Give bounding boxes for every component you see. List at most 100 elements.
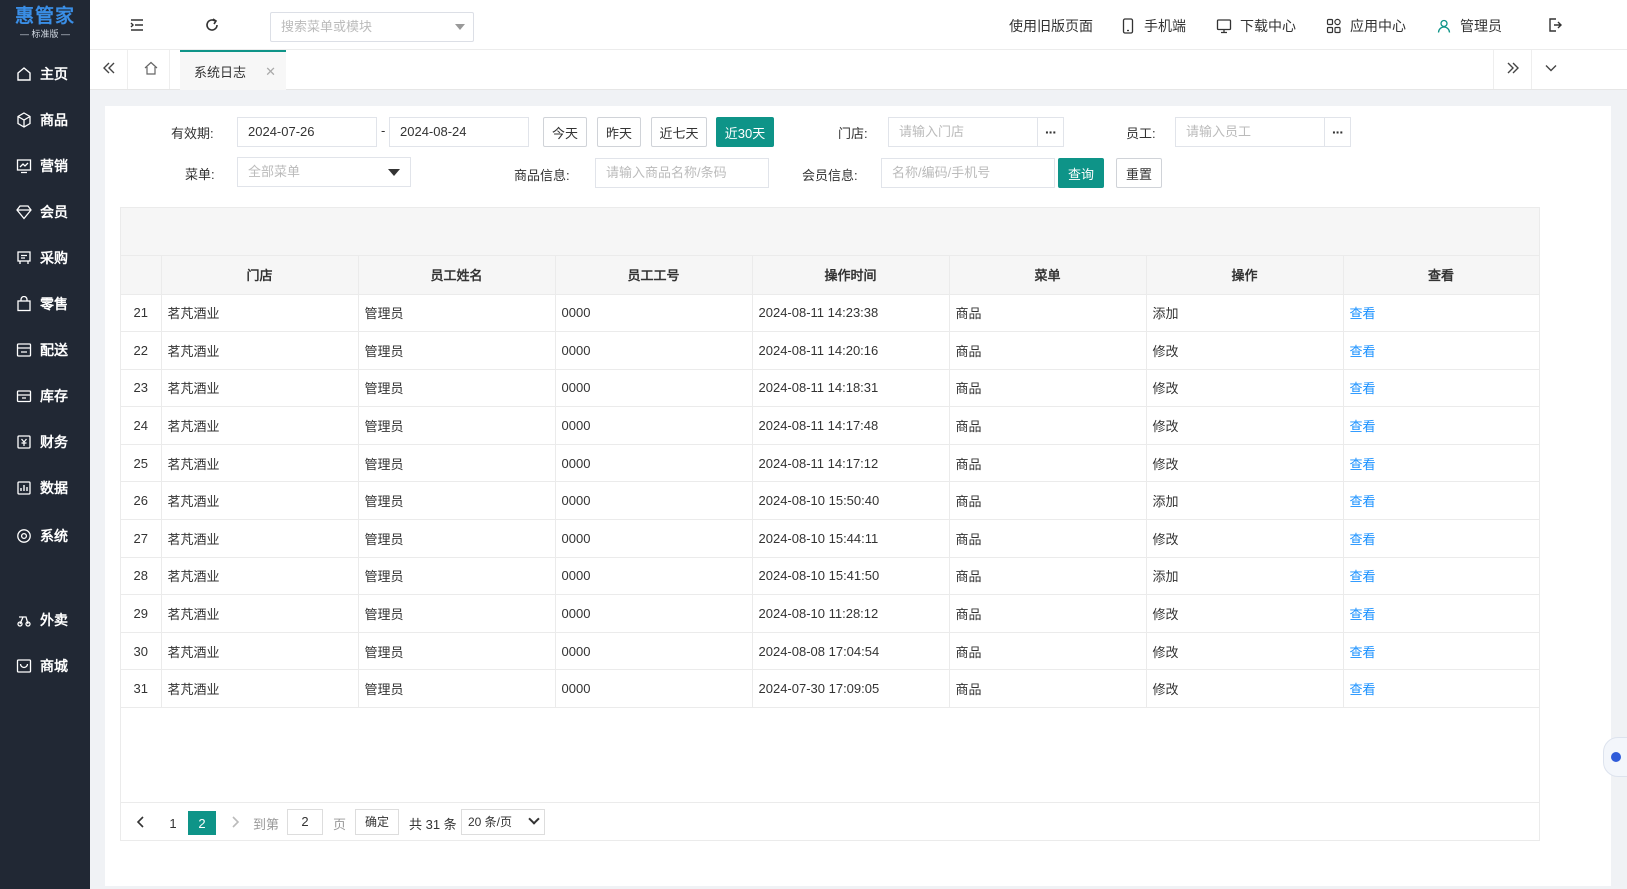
view-link[interactable]: 查看 <box>1350 419 1376 434</box>
cell-menu: 商品 <box>949 669 1147 709</box>
close-icon[interactable]: ✕ <box>265 64 276 80</box>
cell-staff-code: 0000 <box>555 406 753 445</box>
sidebar-item-mall[interactable]: 商城 <box>0 646 90 686</box>
cell-time: 2024-08-11 14:17:48 <box>752 406 950 445</box>
goods-info-input[interactable]: 请输入商品名称/条码 <box>595 158 769 188</box>
chevron-down-icon <box>528 813 540 825</box>
sidebar-item-data[interactable]: 数据 <box>0 468 90 508</box>
view-link[interactable]: 查看 <box>1350 344 1376 359</box>
mobile-link[interactable]: 手机端 <box>1120 16 1186 36</box>
last-7-days-button[interactable]: 近七天 <box>651 117 707 147</box>
sidebar-item-member[interactable]: 会员 <box>0 192 90 232</box>
table-row: 23 茗芃酒业 管理员 0000 2024-08-11 14:18:31 商品 修改 查看 <box>121 369 1540 408</box>
sidebar-item-marketing[interactable]: 营销 <box>0 146 90 186</box>
tab-home[interactable] <box>132 50 170 89</box>
tabs-scroll-left[interactable] <box>90 50 128 89</box>
view-link[interactable]: 查看 <box>1350 457 1376 472</box>
store-input[interactable]: 请输入门店 ··· <box>888 117 1064 147</box>
sidebar-item-delivery[interactable]: 配送 <box>0 330 90 370</box>
floating-assistant-button[interactable] <box>1603 737 1627 777</box>
column-header-time[interactable]: 操作时间 <box>752 256 950 295</box>
mobile-label: 手机端 <box>1144 18 1186 34</box>
cell-staff-name: 管理员 <box>358 632 556 671</box>
page-2-button[interactable]: 2 <box>188 811 216 835</box>
column-header-menu[interactable]: 菜单 <box>949 256 1147 295</box>
sidebar-item-goods[interactable]: 商品 <box>0 100 90 140</box>
row-index: 31 <box>121 669 162 709</box>
last-30-days-button[interactable]: 近30天 <box>716 117 774 147</box>
query-button[interactable]: 查询 <box>1058 158 1104 188</box>
page-1-button[interactable]: 1 <box>165 811 181 835</box>
yesterday-button[interactable]: 昨天 <box>597 117 641 147</box>
sidebar-item-finance[interactable]: 财务 <box>0 422 90 462</box>
sidebar: 惠管家 — 标准版 — 主页 商品 营销 会员 采购 零售 配送 库存 财务 数… <box>0 0 90 889</box>
sidebar-item-system[interactable]: 系统 <box>0 516 90 556</box>
admin-user-menu[interactable]: 管理员 <box>1436 16 1502 36</box>
table-row: 24 茗芃酒业 管理员 0000 2024-08-11 14:17:48 商品 修改 查看 <box>121 406 1540 445</box>
date-end-input[interactable]: 2024-08-24 <box>389 117 529 147</box>
row-index: 30 <box>121 632 162 671</box>
view-link[interactable]: 查看 <box>1350 607 1376 622</box>
validity-label: 有效期: <box>171 126 214 141</box>
sidebar-item-home[interactable]: 主页 <box>0 54 90 94</box>
cell-time: 2024-08-10 15:44:11 <box>752 519 950 558</box>
view-link[interactable]: 查看 <box>1350 682 1376 697</box>
view-link[interactable]: 查看 <box>1350 494 1376 509</box>
page-size-select[interactable]: 20 条/页 <box>461 809 545 835</box>
double-chevron-right-icon <box>1506 61 1520 78</box>
prev-page-button[interactable] <box>133 811 149 835</box>
download-center-link[interactable]: 下载中心 <box>1216 16 1296 36</box>
sidebar-item-retail[interactable]: 零售 <box>0 284 90 324</box>
sidebar-item-purchase[interactable]: 采购 <box>0 238 90 278</box>
menu-collapse-icon[interactable] <box>127 15 147 35</box>
view-link[interactable]: 查看 <box>1350 306 1376 321</box>
reset-button[interactable]: 重置 <box>1116 158 1162 188</box>
chevron-right-icon <box>230 815 240 831</box>
column-header-store[interactable]: 门店 <box>161 256 359 295</box>
logo[interactable]: 惠管家 — 标准版 — <box>0 0 90 46</box>
today-button[interactable]: 今天 <box>543 117 587 147</box>
view-link[interactable]: 查看 <box>1350 381 1376 396</box>
user-icon <box>1436 18 1452 34</box>
view-link[interactable]: 查看 <box>1350 645 1376 660</box>
goto-page-input[interactable]: 2 <box>287 809 323 835</box>
cell-view: 查看 <box>1343 557 1540 596</box>
column-header-staff-name[interactable]: 员工姓名 <box>358 256 556 295</box>
date-start-input[interactable]: 2024-07-26 <box>237 117 377 147</box>
old-version-link[interactable]: 使用旧版页面 <box>1009 16 1093 36</box>
logout-icon[interactable] <box>1545 15 1565 35</box>
menu-select-value: 全部菜单 <box>248 164 301 179</box>
cell-view: 查看 <box>1343 632 1540 671</box>
search-placeholder: 搜索菜单或模块 <box>281 19 373 34</box>
view-link[interactable]: 查看 <box>1350 569 1376 584</box>
cell-time: 2024-07-30 17:09:05 <box>752 669 950 709</box>
cell-staff-name: 管理员 <box>358 406 556 445</box>
chevron-left-icon <box>136 815 146 831</box>
cell-staff-name: 管理员 <box>358 594 556 633</box>
cell-menu: 商品 <box>949 444 1147 483</box>
goto-confirm-button[interactable]: 确定 <box>355 809 399 835</box>
view-link[interactable]: 查看 <box>1350 532 1376 547</box>
sidebar-item-inventory[interactable]: 库存 <box>0 376 90 416</box>
tabs-menu-dropdown[interactable] <box>1531 50 1569 89</box>
staff-picker-button[interactable]: ··· <box>1324 118 1350 146</box>
column-header-operation[interactable]: 操作 <box>1146 256 1344 295</box>
table-row: 21 茗芃酒业 管理员 0000 2024-08-11 14:23:38 商品 添加 查看 <box>121 294 1540 333</box>
cell-store: 茗芃酒业 <box>161 669 359 709</box>
member-info-input[interactable]: 名称/编码/手机号 <box>881 158 1055 188</box>
column-header-staff-code[interactable]: 员工工号 <box>555 256 753 295</box>
refresh-icon[interactable] <box>202 15 222 35</box>
cell-staff-code: 0000 <box>555 444 753 483</box>
menu-select[interactable]: 全部菜单 <box>237 157 411 187</box>
chevron-down-icon <box>455 24 465 30</box>
app-center-link[interactable]: 应用中心 <box>1326 16 1406 36</box>
column-header-view[interactable]: 查看 <box>1343 256 1540 295</box>
next-page-button[interactable] <box>227 811 243 835</box>
sidebar-item-takeout[interactable]: 外卖 <box>0 600 90 640</box>
menu-search-input[interactable]: 搜索菜单或模块 <box>270 12 474 42</box>
logo-text: 惠管家 <box>14 6 75 27</box>
tabs-scroll-right[interactable] <box>1493 50 1531 89</box>
store-picker-button[interactable]: ··· <box>1037 118 1063 146</box>
staff-input[interactable]: 请输入员工 ··· <box>1175 117 1351 147</box>
tab-system-log[interactable]: 系统日志 ✕ <box>180 50 286 90</box>
